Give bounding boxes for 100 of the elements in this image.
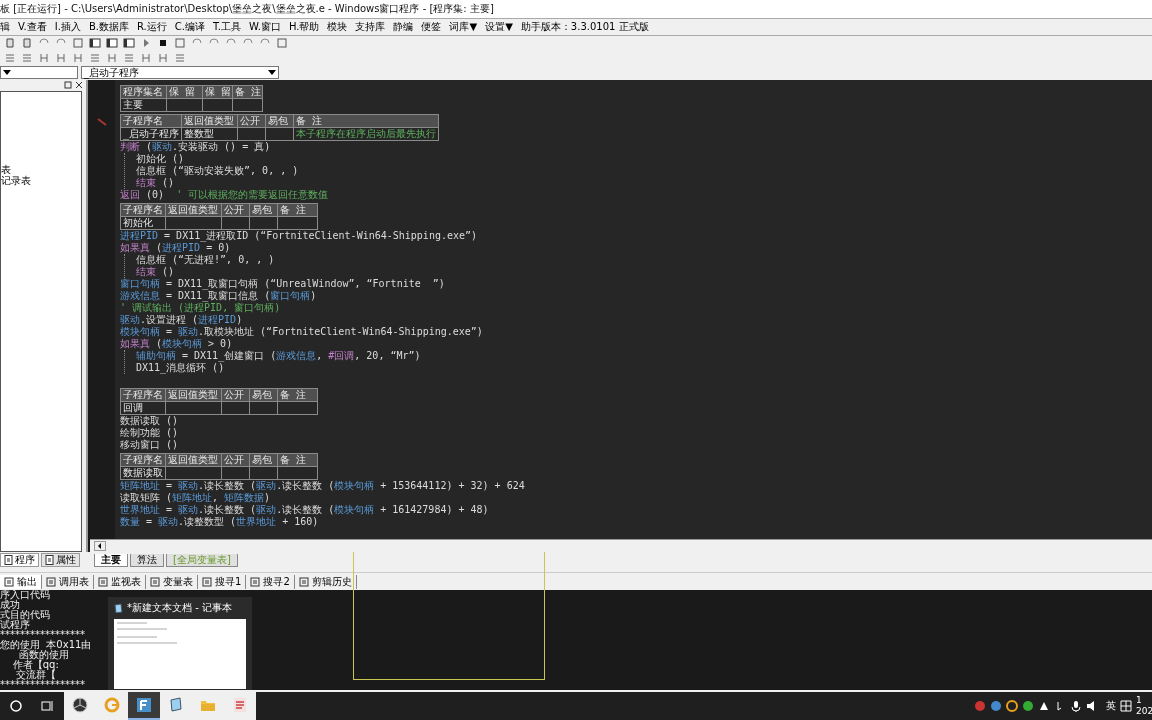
restore-icon[interactable] bbox=[64, 81, 72, 90]
task-view-icon[interactable] bbox=[41, 699, 55, 713]
tree-item[interactable]: 表 bbox=[1, 163, 81, 175]
caret-icon bbox=[3, 69, 11, 76]
aperture-icon[interactable] bbox=[72, 697, 88, 713]
table-header-cell: 子程序名 bbox=[121, 453, 166, 467]
table-header-cell: 公开 bbox=[222, 388, 250, 402]
menu-item[interactable]: T.工具 bbox=[212, 19, 241, 34]
document-icon bbox=[45, 555, 54, 566]
menu-item[interactable]: I.插入 bbox=[54, 19, 81, 34]
grid-icon[interactable] bbox=[1120, 700, 1132, 712]
circle-icon[interactable] bbox=[9, 699, 23, 713]
table-header-cell: 公开 bbox=[222, 203, 250, 217]
table-header-cell: 备 注 bbox=[278, 453, 318, 467]
menu-item[interactable]: V.查看 bbox=[18, 19, 47, 34]
output-line: ***************** bbox=[0, 630, 85, 641]
menu-item[interactable]: 便签 bbox=[421, 19, 442, 34]
dropdown[interactable] bbox=[0, 66, 78, 80]
tab-icon bbox=[250, 576, 261, 587]
tab-icon bbox=[150, 576, 160, 587]
panel-tab[interactable]: 变量表 bbox=[146, 574, 198, 589]
menu-item[interactable]: C.编译 bbox=[174, 19, 205, 34]
table-header-cell: 返回值类型 bbox=[166, 453, 222, 467]
table-header-cell: 子程序名 bbox=[121, 203, 166, 217]
table-header-cell: 易包 bbox=[250, 203, 278, 217]
table-header-cell: 易包 bbox=[266, 114, 295, 128]
output-line: 交流群【 bbox=[15, 670, 56, 681]
panel-tab[interactable]: 搜寻2 bbox=[246, 574, 295, 589]
notepad-icon bbox=[113, 603, 123, 613]
close-icon[interactable] bbox=[75, 81, 83, 90]
panel-tab[interactable]: 监视表 bbox=[94, 574, 146, 589]
tab-icon bbox=[4, 576, 14, 587]
output-line: 序入口代码 bbox=[0, 590, 50, 601]
menu-item[interactable]: 辑 bbox=[0, 19, 10, 34]
notepad-icon[interactable] bbox=[168, 697, 184, 713]
panel-tab[interactable]: 程序 bbox=[0, 553, 39, 568]
table-header-cell: 备 注 bbox=[294, 114, 440, 128]
tile-icon[interactable] bbox=[136, 697, 152, 713]
panel-tab[interactable]: 属性 bbox=[41, 553, 80, 568]
editor-tab[interactable]: 算法 bbox=[130, 553, 164, 567]
clock-text[interactable]: 1 bbox=[1136, 695, 1152, 706]
menu-item[interactable]: B.数据库 bbox=[88, 19, 129, 34]
output-line: 您的使用 本0x11由 bbox=[0, 640, 92, 651]
toolbar-icon[interactable] bbox=[88, 37, 101, 50]
tab-icon bbox=[202, 576, 212, 587]
tab-icon bbox=[46, 576, 56, 587]
toolbar-icon[interactable] bbox=[122, 37, 135, 50]
menu-item[interactable]: 支持库 bbox=[355, 19, 386, 34]
caret-icon bbox=[268, 69, 276, 76]
document-icon[interactable] bbox=[232, 697, 248, 713]
table-header-cell: 子程序名 bbox=[121, 388, 166, 402]
table-header-cell: 返回值类型 bbox=[166, 203, 222, 217]
table-header-cell: 返回值类型 bbox=[166, 388, 222, 402]
tray-icon[interactable] bbox=[1038, 700, 1050, 712]
table-header-cell: 易包 bbox=[250, 453, 278, 467]
tab-icon bbox=[298, 576, 309, 587]
menu-item[interactable]: R.运行 bbox=[136, 19, 167, 34]
table-header-cell: 备 注 bbox=[278, 203, 318, 217]
output-line: 函数的使用 bbox=[19, 650, 70, 661]
table-header-cell: 备 注 bbox=[278, 388, 318, 402]
table-header-cell: 公开 bbox=[222, 453, 250, 467]
menu-item[interactable]: 静编 bbox=[393, 19, 414, 34]
table-header-cell: 备 注 bbox=[233, 85, 263, 99]
table-header-cell: 保 留 bbox=[203, 85, 233, 99]
document-icon bbox=[4, 555, 13, 566]
procedure-dropdown[interactable]: _启动子程序 bbox=[81, 66, 279, 80]
panel-tab[interactable]: 调用表 bbox=[42, 574, 94, 589]
panel-tab[interactable]: 输出 bbox=[0, 574, 42, 589]
table-header-cell: 易包 bbox=[250, 388, 278, 402]
toolbar-icon[interactable] bbox=[105, 37, 118, 50]
menu-item[interactable]: H.帮助 bbox=[288, 19, 320, 34]
panel-tab[interactable]: 剪辑历史 bbox=[294, 574, 357, 589]
output-line: 试程序 bbox=[0, 620, 30, 631]
preview-title: *新建文本文档 - 记事本 bbox=[127, 601, 232, 615]
tree-item[interactable]: 记录表 bbox=[1, 174, 81, 186]
table-header-cell: 程序集名 bbox=[121, 85, 167, 99]
slash-mark-icon bbox=[96, 117, 107, 126]
editor-tab[interactable]: 主要 bbox=[94, 553, 128, 567]
menu-item[interactable]: 助手版本：3.3.0101 正式版 bbox=[520, 19, 649, 34]
clock-text[interactable]: 202 bbox=[1136, 706, 1152, 717]
menu-item[interactable]: W.窗口 bbox=[249, 19, 281, 34]
table-header-cell: 返回值类型 bbox=[182, 114, 239, 128]
tray-icon[interactable] bbox=[1070, 700, 1082, 712]
table-header-cell: 保 留 bbox=[167, 85, 203, 99]
panel-tab[interactable]: 搜寻1 bbox=[198, 574, 247, 589]
output-line: 式目的代码 bbox=[0, 610, 50, 621]
output-line: 成功 bbox=[0, 600, 20, 611]
tab-icon bbox=[98, 576, 108, 587]
window-title: 板 [正在运行] - C:\Users\Administrator\Desktop\堡垒之夜\堡垒之夜.e - Windows窗口程序 - [程序集: 主要] bbox=[0, 1, 494, 16]
menu-item[interactable]: 词库▼ bbox=[449, 19, 478, 34]
tray-icon[interactable] bbox=[1006, 700, 1018, 712]
window-preview[interactable]: *新建文本文档 - 记事本 bbox=[108, 597, 252, 690]
menu-item[interactable]: 设置▼ bbox=[485, 19, 513, 34]
table-header-cell: 公开 bbox=[238, 114, 267, 128]
input-method-indicator[interactable]: 英 bbox=[1106, 699, 1116, 713]
ring-icon[interactable] bbox=[104, 697, 120, 713]
output-line: ***************** bbox=[0, 680, 85, 690]
menu-item[interactable]: 模块 bbox=[327, 19, 348, 34]
scroll-left-icon[interactable] bbox=[94, 541, 106, 552]
table-header-cell: 子程序名 bbox=[121, 114, 183, 128]
